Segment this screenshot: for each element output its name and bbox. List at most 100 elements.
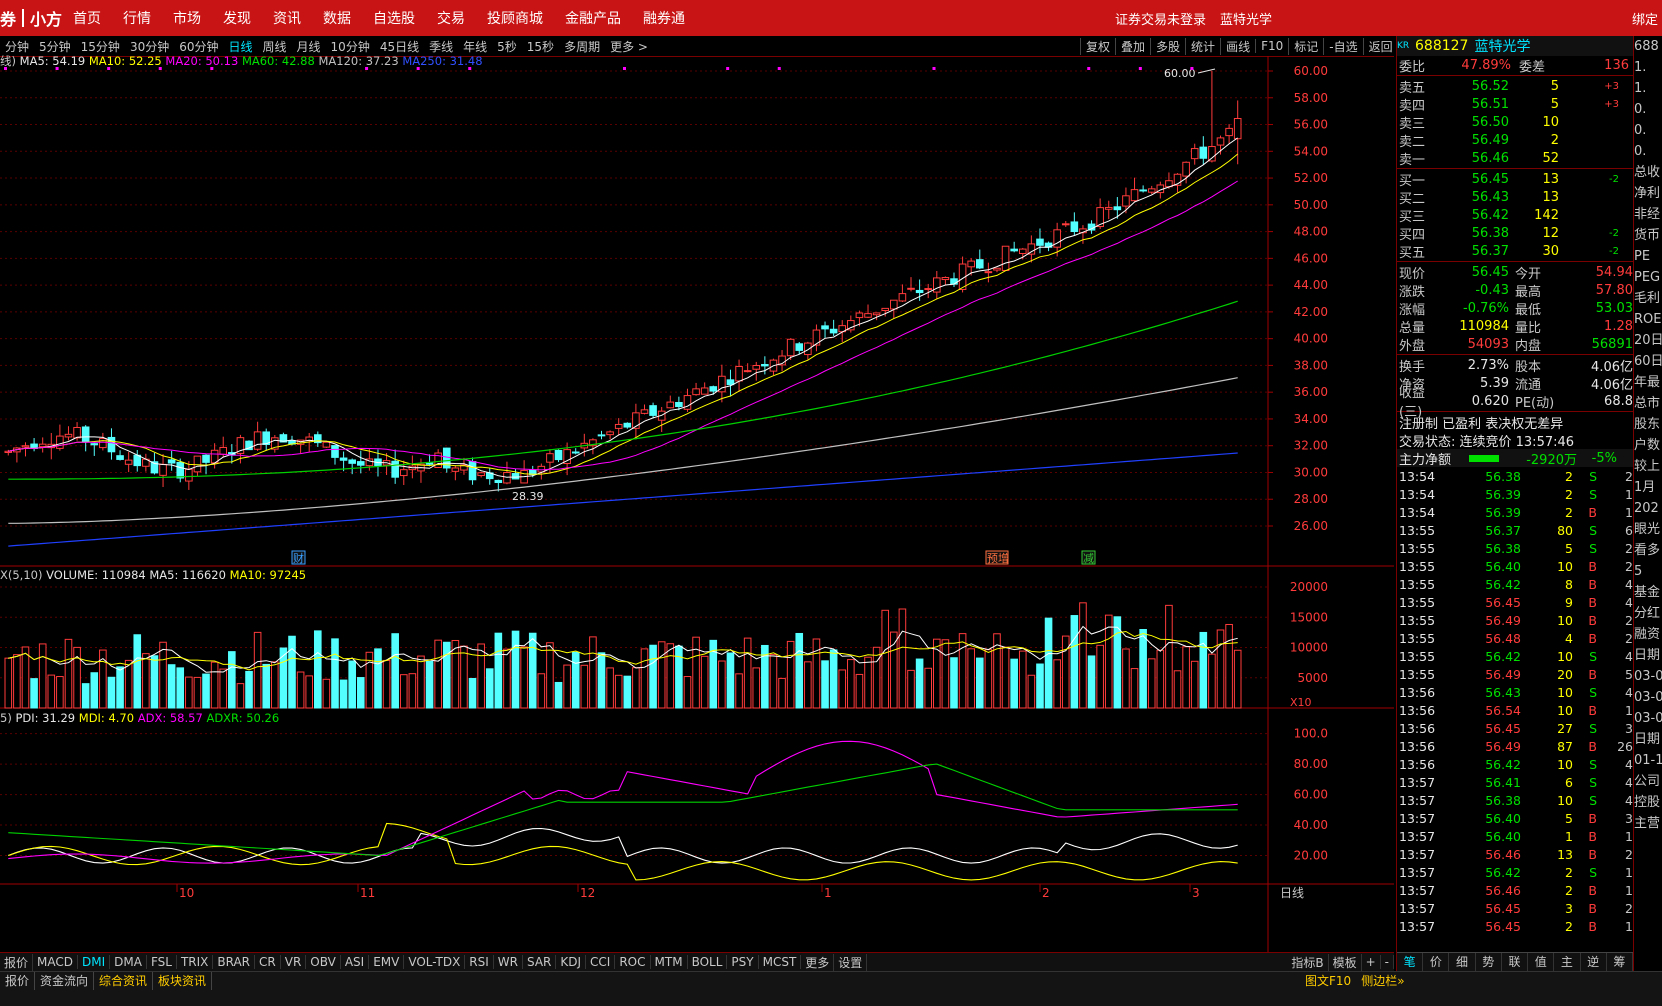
nav-item-0[interactable]: 首页 (73, 8, 101, 28)
bind-button[interactable]: 绑定 (1632, 9, 1658, 28)
tool-7[interactable]: -自选 (1323, 37, 1362, 55)
indicator-right-2[interactable]: + (1362, 955, 1381, 969)
tool-8[interactable]: 返回 (1362, 37, 1398, 55)
indicator-tab-1[interactable]: MACD (33, 955, 78, 969)
nav-item-5[interactable]: 数据 (323, 8, 351, 28)
kline-chart[interactable]: 60.00 58.00 56.00 54.00 52.00 50.00 48.00 46.00… (0, 54, 1394, 954)
indicator-tab-0[interactable]: 报价 (0, 953, 34, 971)
period-13[interactable]: 15秒 (527, 38, 554, 55)
indicator-tab-16[interactable]: KDJ (556, 955, 587, 969)
tool-5[interactable]: F10 (1255, 39, 1288, 53)
period-15[interactable]: 更多 > (610, 38, 648, 55)
indicator-tab-24[interactable]: 设置 (834, 953, 868, 971)
nav-item-8[interactable]: 投顾商城 (487, 8, 543, 28)
indicator-tab-18[interactable]: ROC (615, 955, 651, 969)
indicator-tab-21[interactable]: PSY (727, 955, 759, 969)
period-11[interactable]: 年线 (463, 38, 487, 55)
ask-vol: 5 (1550, 78, 1559, 94)
indicator-tab-12[interactable]: VOL-TDX (404, 955, 466, 969)
indicator-tab-14[interactable]: WR (494, 955, 523, 969)
indicator-tab-8[interactable]: VR (281, 955, 307, 969)
volume-bar (950, 657, 958, 709)
indicator-tab-3[interactable]: DMA (110, 955, 147, 969)
nav-item-9[interactable]: 金融产品 (565, 8, 621, 28)
period-2[interactable]: 15分钟 (81, 38, 120, 55)
period-0[interactable]: 分钟 (5, 38, 29, 55)
period-1[interactable]: 5分钟 (39, 38, 71, 55)
nav-item-3[interactable]: 发现 (223, 8, 251, 28)
status-right-0[interactable]: 图文F10 (1300, 972, 1356, 989)
indicator-right-3[interactable]: - (1381, 955, 1394, 969)
tool-3[interactable]: 统计 (1185, 37, 1220, 55)
tool-4[interactable]: 画线 (1220, 37, 1255, 55)
panel-tab-5[interactable]: 值 (1528, 953, 1555, 971)
nav-item-2[interactable]: 市场 (173, 8, 201, 28)
panel-tab-2[interactable]: 细 (1449, 953, 1476, 971)
period-7[interactable]: 月线 (297, 38, 321, 55)
indicator-tab-23[interactable]: 更多 (801, 953, 835, 971)
panel-tab-6[interactable]: 主 (1554, 953, 1581, 971)
nav-item-10[interactable]: 融券通 (643, 8, 685, 28)
status-right-1[interactable]: 侧边栏» (1356, 972, 1409, 989)
tool-1[interactable]: 叠加 (1115, 37, 1150, 55)
period-3[interactable]: 30分钟 (130, 38, 169, 55)
candle-body (331, 445, 339, 458)
panel-tab-4[interactable]: 联 (1502, 953, 1529, 971)
login-status[interactable]: 证券交易未登录 (1115, 9, 1206, 28)
indicator-tab-22[interactable]: MCST (759, 955, 802, 969)
nav-item-6[interactable]: 自选股 (373, 8, 415, 28)
period-4[interactable]: 60分钟 (179, 38, 218, 55)
panel-tab-0[interactable]: 笔 (1397, 953, 1424, 971)
indicator-tab-5[interactable]: TRIX (177, 955, 214, 969)
candle-body (116, 455, 124, 460)
indicator-tab-19[interactable]: MTM (651, 955, 688, 969)
ma60-label: MA60: 42.88 (241, 54, 315, 68)
period-8[interactable]: 10分钟 (331, 38, 370, 55)
nav-item-1[interactable]: 行情 (123, 8, 151, 28)
indicator-tab-15[interactable]: SAR (523, 955, 557, 969)
bid-label: 买四 (1399, 227, 1426, 243)
period-5[interactable]: 日线 (229, 38, 253, 55)
period-12[interactable]: 5秒 (497, 38, 517, 55)
indicator-tab-7[interactable]: CR (255, 955, 281, 969)
indicator-tab-11[interactable]: EMV (369, 955, 405, 969)
status-tab-0[interactable]: 报价 (0, 972, 36, 990)
main-net-row[interactable]: 主力净额 -2920万 -5% (1397, 449, 1633, 468)
price-axis-label: 28.00 (1294, 492, 1328, 506)
indicator-tab-4[interactable]: FSL (147, 955, 177, 969)
indicator-tab-2[interactable]: DMI (78, 955, 111, 969)
panel-tab-3[interactable]: 势 (1476, 953, 1502, 971)
kline-svg[interactable]: 60.00 58.00 56.00 54.00 52.00 50.00 48.00 46.00… (0, 56, 1394, 954)
indicator-tab-10[interactable]: ASI (341, 955, 370, 969)
indicator-tab-13[interactable]: RSI (465, 955, 494, 969)
indicator-right-1[interactable]: 模板 (1329, 953, 1362, 971)
volume-label: VOLUME: 110984 (46, 568, 146, 582)
tool-0[interactable]: 复权 (1080, 37, 1115, 55)
current-stock-name[interactable]: 蓝特光学 (1220, 9, 1272, 28)
candle-body (984, 271, 993, 274)
status-tab-1[interactable]: 资金流向 (35, 972, 95, 990)
period-14[interactable]: 多周期 (564, 38, 600, 55)
indicator-tab-17[interactable]: CCI (586, 955, 616, 969)
indicator-tab-20[interactable]: BOLL (688, 955, 728, 969)
main-nav: 首页 行情 市场 发现 资讯 数据 自选股 交易 投顾商城 金融产品 融券通 (62, 0, 696, 36)
tool-6[interactable]: 标记 (1288, 37, 1323, 55)
panel-tab-7[interactable]: 逆 (1581, 953, 1607, 971)
tick-list[interactable]: 13:54 56.38 2 S 2 13:54 56.39 2 S 1 13:54 56.39 2 B 1 1… (1397, 467, 1633, 935)
panel-tab-8[interactable]: 筹 (1607, 953, 1633, 971)
indicator-tab-9[interactable]: OBV (306, 955, 341, 969)
status-tab-2[interactable]: 综合资讯 (94, 972, 154, 990)
period-6[interactable]: 周线 (263, 38, 287, 55)
tool-2[interactable]: 多股 (1150, 37, 1185, 55)
panel-tab-1[interactable]: 价 (1423, 953, 1450, 971)
indicator-right-0[interactable]: 指标B (1287, 953, 1329, 971)
period-10[interactable]: 季线 (429, 38, 453, 55)
nav-item-7[interactable]: 交易 (437, 8, 465, 28)
tick-dir: S (1589, 684, 1597, 700)
app-logo[interactable]: 券 小方 (0, 4, 62, 32)
tick-count: 4 (1625, 648, 1633, 664)
indicator-tab-6[interactable]: BRAR (213, 955, 256, 969)
status-tab-3[interactable]: 板块资讯 (153, 972, 213, 990)
nav-item-4[interactable]: 资讯 (273, 8, 301, 28)
period-9[interactable]: 45日线 (380, 38, 419, 55)
